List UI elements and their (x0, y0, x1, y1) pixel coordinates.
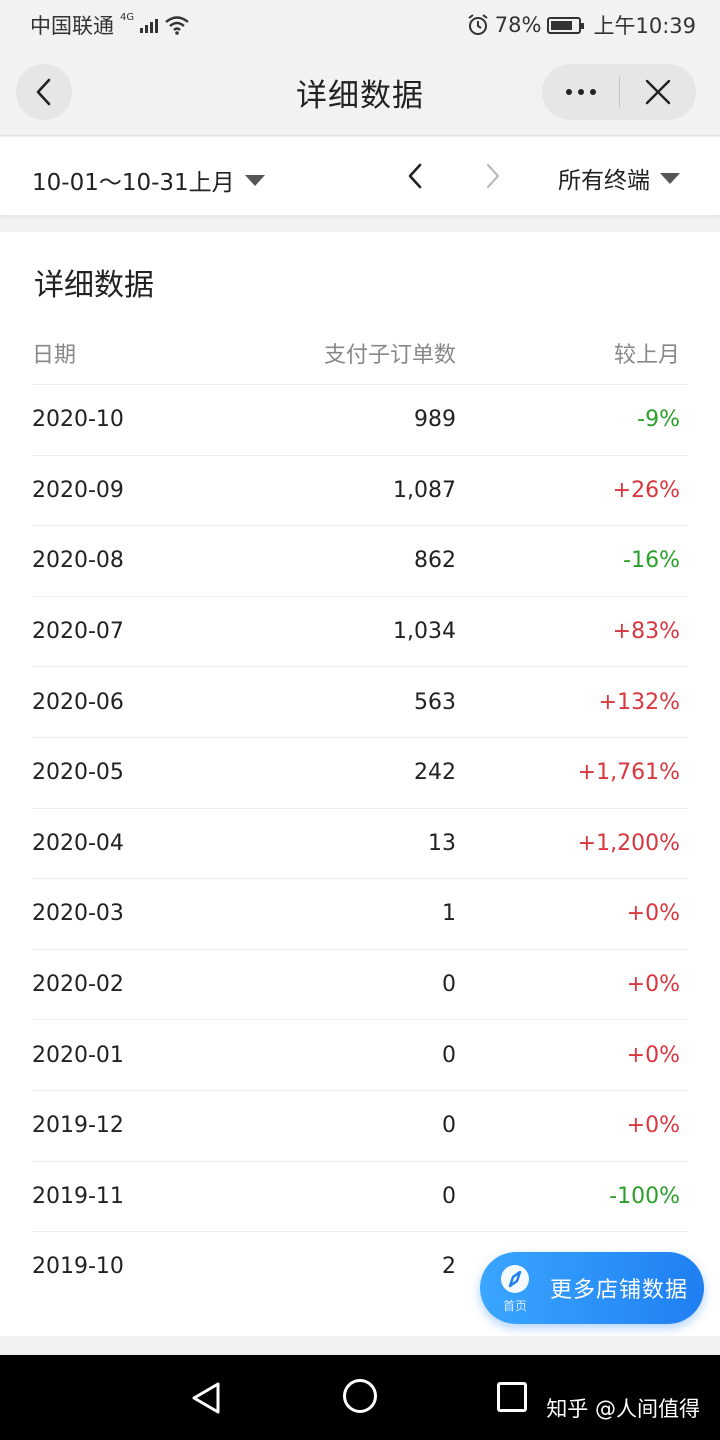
more-button[interactable] (542, 64, 619, 120)
back-button[interactable] (16, 64, 72, 120)
row-orders: 1 (442, 901, 456, 927)
row-change: -100% (609, 1183, 680, 1209)
status-bar: 中国联通 4G 78% 上午10:39 (0, 0, 720, 50)
system-recents-icon[interactable] (497, 1382, 527, 1412)
row-orders: 0 (442, 972, 456, 998)
date-range-selector[interactable]: 10-01～10-31上月 (32, 163, 265, 197)
system-back-icon[interactable] (190, 1381, 222, 1415)
table-row: 2020-01 0 +0% (32, 1019, 688, 1090)
nav-bar: 详细数据 (0, 50, 720, 136)
mini-program-capsule (542, 64, 696, 120)
table-row: 2020-05 242 +1,761% (32, 736, 688, 808)
table-row: 2020-09 1,087 +26% (32, 454, 688, 526)
battery-percent: 78% (494, 13, 542, 37)
status-left: 中国联通 4G (30, 10, 190, 40)
card-title: 详细数据 (34, 268, 154, 303)
next-period-button[interactable] (478, 159, 508, 193)
home-shortcut[interactable]: 首页 (480, 1252, 550, 1324)
battery-icon (547, 16, 585, 34)
row-change: +26% (612, 477, 680, 503)
row-change: +83% (612, 619, 680, 645)
network-type: 4G (120, 11, 135, 23)
carrier-label: 中国联通 (30, 14, 114, 38)
detail-card: 详细数据 日期 支付子订单数 较上月 2020-10 989 -9% 2020-09 1… (0, 232, 720, 1336)
row-date: 2019-11 (32, 1183, 124, 1209)
chevron-left-icon (36, 78, 51, 106)
chevron-left-icon (408, 163, 422, 189)
close-button[interactable] (620, 64, 696, 120)
system-nav-bar: 知乎 @人间值得 (0, 1355, 720, 1440)
wifi-icon (165, 16, 189, 35)
header-orders: 支付子订单数 (323, 343, 456, 368)
row-date: 2020-07 (32, 619, 124, 645)
table-row: 2020-04 13 +1,200% (32, 807, 688, 879)
terminal-label: 所有终端 (558, 168, 650, 194)
table-row: 2020-03 1 +0% (32, 878, 688, 949)
table-row: 2020-10 989 -9% (32, 384, 688, 455)
row-orders: 989 (414, 407, 456, 433)
close-icon (645, 79, 671, 105)
row-date: 2020-09 (32, 477, 124, 503)
row-orders: 0 (442, 1113, 456, 1139)
row-change: +132% (598, 689, 680, 715)
row-date: 2020-06 (32, 689, 124, 715)
row-date: 2019-10 (32, 1254, 124, 1280)
detail-table: 日期 支付子订单数 较上月 2020-10 989 -9% 2020-09 1,087 +… (32, 322, 688, 1302)
row-orders: 563 (414, 689, 456, 715)
caret-down-icon (244, 174, 265, 186)
table-row: 2020-07 1,034 +83% (32, 595, 688, 667)
date-range-label: 10-01～10-31上月 (32, 170, 235, 196)
row-orders: 242 (414, 760, 456, 786)
previous-period-button[interactable] (400, 159, 430, 193)
more-shop-data-button[interactable]: 首页 更多店铺数据 (480, 1252, 704, 1324)
row-change: +1,761% (577, 760, 680, 786)
row-orders: 862 (414, 548, 456, 574)
header-vs-last: 较上月 (613, 343, 680, 368)
compass-icon (501, 1264, 529, 1293)
more-dots-icon (565, 89, 572, 95)
row-date: 2020-01 (32, 1042, 124, 1068)
row-change: +0% (626, 972, 680, 998)
page-title: 详细数据 (296, 78, 424, 114)
row-change: +0% (626, 901, 680, 927)
signal-icon (140, 17, 159, 33)
home-label: 首页 (502, 1298, 527, 1313)
row-change: +0% (626, 1042, 680, 1068)
row-orders: 13 (428, 830, 456, 856)
more-shop-data-label: 更多店铺数据 (550, 1278, 689, 1303)
row-date: 2020-03 (32, 901, 124, 927)
filter-bar: 10-01～10-31上月 所有终端 (0, 137, 720, 215)
row-date: 2020-04 (32, 830, 124, 856)
table-row: 2020-06 563 +132% (32, 666, 688, 737)
chevron-right-icon (486, 163, 500, 189)
clock: 上午10:39 (593, 14, 696, 38)
row-orders: 0 (442, 1183, 456, 1209)
caret-down-icon (660, 172, 680, 184)
row-date: 2020-05 (32, 760, 124, 786)
row-date: 2020-10 (32, 407, 124, 433)
table-row: 2019-11 0 -100% (32, 1160, 688, 1232)
table-body: 2020-10 989 -9% 2020-09 1,087 +26% 2020-08 862 -… (32, 384, 688, 1302)
terminal-selector[interactable]: 所有终端 (558, 161, 680, 195)
row-change: -9% (637, 407, 680, 433)
header-date: 日期 (32, 343, 77, 368)
row-date: 2019-12 (32, 1113, 124, 1139)
watermark: 知乎 @人间值得 (546, 1397, 700, 1421)
row-orders: 1,034 (393, 619, 456, 645)
row-change: +0% (626, 1113, 680, 1139)
row-orders: 1,087 (393, 477, 456, 503)
system-home-icon[interactable] (343, 1379, 377, 1413)
row-change: -16% (623, 548, 680, 574)
row-date: 2020-08 (32, 548, 124, 574)
table-row: 2020-02 0 +0% (32, 948, 688, 1020)
row-change: +1,200% (577, 830, 680, 856)
row-orders: 0 (442, 1042, 456, 1068)
status-right: 78% 上午10:39 (467, 10, 696, 40)
row-orders: 2 (442, 1254, 456, 1280)
row-date: 2020-02 (32, 972, 124, 998)
alarm-icon (468, 14, 488, 35)
table-row: 2019-12 0 +0% (32, 1089, 688, 1161)
table-header: 日期 支付子订单数 较上月 (32, 322, 688, 384)
table-row: 2020-08 862 -16% (32, 525, 688, 596)
